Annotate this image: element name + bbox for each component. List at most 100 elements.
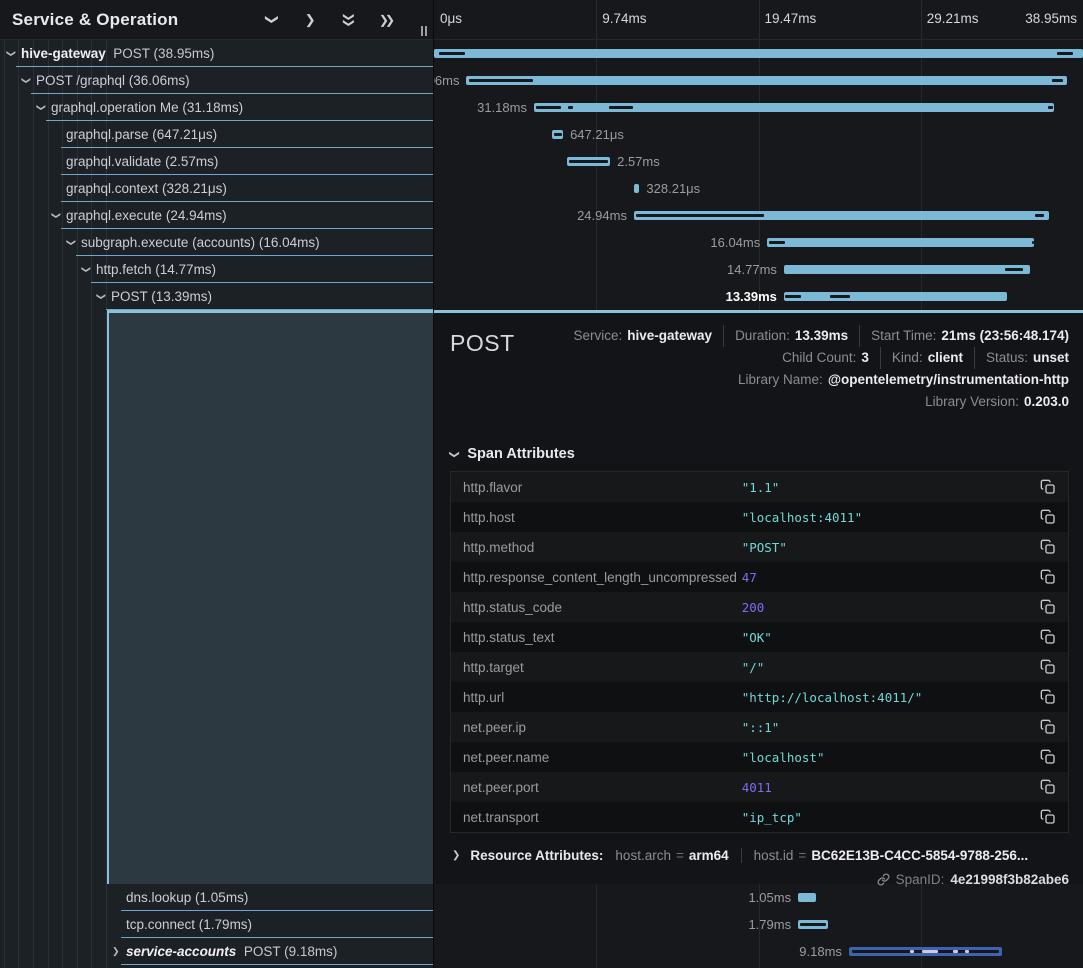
child-span-mark [910, 950, 914, 953]
detail-meta-item: Library Version:0.203.0 [925, 391, 1069, 413]
span-bar-row[interactable]: 13.39ms [434, 283, 1083, 310]
timeline-tick-label: 29.21ms [921, 0, 979, 38]
copy-icon[interactable] [1040, 539, 1056, 555]
resource-key: host.id [754, 848, 794, 863]
copy-icon[interactable] [1040, 599, 1056, 615]
collapse-all-icon[interactable]: ❯❯ [343, 14, 352, 26]
span-duration-bar[interactable] [798, 920, 828, 929]
attribute-value: "/" [742, 660, 1040, 675]
span-tree-row[interactable]: ❯http.fetch (14.77ms) [0, 256, 433, 283]
meta-label: Child Count: [782, 347, 856, 369]
span-attributes-heading: Span Attributes [467, 446, 574, 462]
span-bar-row[interactable]: 647.21μs [434, 121, 1083, 148]
chevron-right-icon[interactable]: ❯ [112, 938, 120, 965]
span-bar-row[interactable]: 36.06ms [434, 67, 1083, 94]
span-tree-row[interactable]: ❯graphql.operation Me (31.18ms) [0, 94, 433, 121]
child-span-mark [636, 214, 765, 217]
span-duration-bar[interactable] [466, 76, 1067, 85]
attribute-key: net.peer.port [463, 780, 742, 795]
span-duration-bar[interactable] [849, 947, 1002, 956]
collapse-one-icon[interactable]: ❯ [266, 14, 279, 25]
child-span-mark [568, 106, 573, 109]
span-tree-row[interactable]: graphql.parse (647.21μs) [0, 121, 433, 148]
span-duration-bar[interactable] [552, 130, 563, 139]
span-bar-row[interactable] [434, 40, 1083, 67]
span-bar-row[interactable]: 1.05ms [434, 884, 1083, 911]
child-span-mark [1048, 106, 1053, 109]
child-span-mark [953, 950, 958, 953]
copy-icon[interactable] [1040, 719, 1056, 735]
attribute-row: http.response_content_length_uncompresse… [451, 562, 1068, 592]
resource-attributes-heading: Resource Attributes: [470, 848, 603, 863]
span-name-pane: Service & Operation ❯ ❯ ❯❯ ❯❯ ❯hive-gate… [0, 0, 434, 968]
span-tree-row[interactable]: ❯subgraph.execute (accounts) (16.04ms) [0, 229, 433, 256]
copy-icon[interactable] [1040, 629, 1056, 645]
span-duration-bar[interactable] [634, 184, 639, 193]
copy-icon[interactable] [1040, 479, 1056, 495]
meta-label: Status: [986, 347, 1028, 369]
expand-all-icon[interactable]: ❯❯ [379, 14, 395, 26]
child-span-mark [1052, 79, 1063, 82]
child-span-mark [554, 133, 562, 136]
tick-gridline [921, 0, 922, 39]
span-bar-row[interactable]: 9.18ms [434, 938, 1083, 965]
detail-meta-item: Library Name:@opentelemetry/instrumentat… [738, 369, 1069, 391]
attribute-key: net.transport [463, 810, 742, 825]
link-icon[interactable] [877, 873, 890, 886]
detail-meta-item: Child Count:3 [782, 347, 869, 369]
detail-meta-item: Kind:client [880, 347, 963, 369]
copy-icon[interactable] [1040, 659, 1056, 675]
span-bar-row[interactable]: 328.21μs [434, 175, 1083, 202]
attribute-value: "::1" [742, 720, 1040, 735]
span-duration-bar[interactable] [784, 292, 1007, 301]
span-duration-bar[interactable] [784, 265, 1030, 274]
span-tree-row[interactable]: ❯graphql.execute (24.94ms) [0, 202, 433, 229]
span-tree-row[interactable]: graphql.validate (2.57ms) [0, 148, 433, 175]
attribute-value: "ip_tcp" [742, 810, 1040, 825]
operation-name: POST (38.95ms) [106, 46, 215, 61]
span-tree-row[interactable]: ❯hive-gateway POST (38.95ms) [0, 40, 433, 67]
span-duration-bar[interactable] [567, 157, 610, 166]
span-bar-row[interactable]: 16.04ms [434, 229, 1083, 256]
copy-icon[interactable] [1040, 809, 1056, 825]
copy-icon[interactable] [1040, 749, 1056, 765]
span-duration-bar[interactable] [534, 103, 1054, 112]
attribute-value: 4011 [742, 780, 1040, 795]
attribute-row: http.host"localhost:4011" [451, 502, 1068, 532]
timeline-tick-label: 0μs [434, 0, 462, 38]
span-tree-row[interactable]: ❯POST (13.39ms) [0, 283, 433, 310]
span-bar-row[interactable]: 2.57ms [434, 148, 1083, 175]
duration-label: 36.06ms [434, 67, 460, 94]
span-bar-row[interactable]: 14.77ms [434, 256, 1083, 283]
span-bar-row[interactable]: 24.94ms [434, 202, 1083, 229]
span-duration-bar[interactable] [767, 238, 1034, 247]
span-duration-bar[interactable] [634, 211, 1050, 220]
span-name-label: graphql.operation Me (31.18ms) [51, 94, 243, 121]
copy-icon[interactable] [1040, 779, 1056, 795]
pane-resize-handle[interactable] [421, 26, 427, 36]
resource-attributes-toggle[interactable]: ❯ Resource Attributes: host.arch=arm64ho… [450, 848, 1069, 863]
span-duration-bar[interactable] [434, 49, 1083, 58]
copy-icon[interactable] [1040, 689, 1056, 705]
span-tree-row[interactable]: ❯POST /graphql (36.06ms) [0, 67, 433, 94]
span-name-label: service-accounts POST (9.18ms) [126, 938, 337, 965]
span-tree-row[interactable]: ❯service-accounts POST (9.18ms) [0, 938, 433, 965]
span-bar-row[interactable]: 31.18ms [434, 94, 1083, 121]
span-name-label: tcp.connect (1.79ms) [126, 911, 252, 938]
attribute-row: http.target"/" [451, 652, 1068, 682]
span-tree-row[interactable]: dns.lookup (1.05ms) [0, 884, 433, 911]
span-tree-row[interactable]: graphql.context (328.21μs) [0, 175, 433, 202]
span-bar-row[interactable]: 1.79ms [434, 911, 1083, 938]
span-id-value: 4e21998f3b82abe6 [950, 872, 1069, 887]
span-attributes-toggle[interactable]: ❯ Span Attributes [450, 446, 1069, 462]
span-tree-row[interactable]: tcp.connect (1.79ms) [0, 911, 433, 938]
attribute-value: 200 [742, 600, 1040, 615]
resource-key: host.arch [615, 848, 671, 863]
copy-icon[interactable] [1040, 509, 1056, 525]
attribute-value: "localhost" [742, 750, 1040, 765]
span-name-label: graphql.validate (2.57ms) [66, 148, 218, 175]
copy-icon[interactable] [1040, 569, 1056, 585]
expand-one-icon[interactable]: ❯ [305, 13, 316, 26]
span-name-label: dns.lookup (1.05ms) [126, 884, 248, 911]
span-duration-bar[interactable] [798, 893, 815, 902]
